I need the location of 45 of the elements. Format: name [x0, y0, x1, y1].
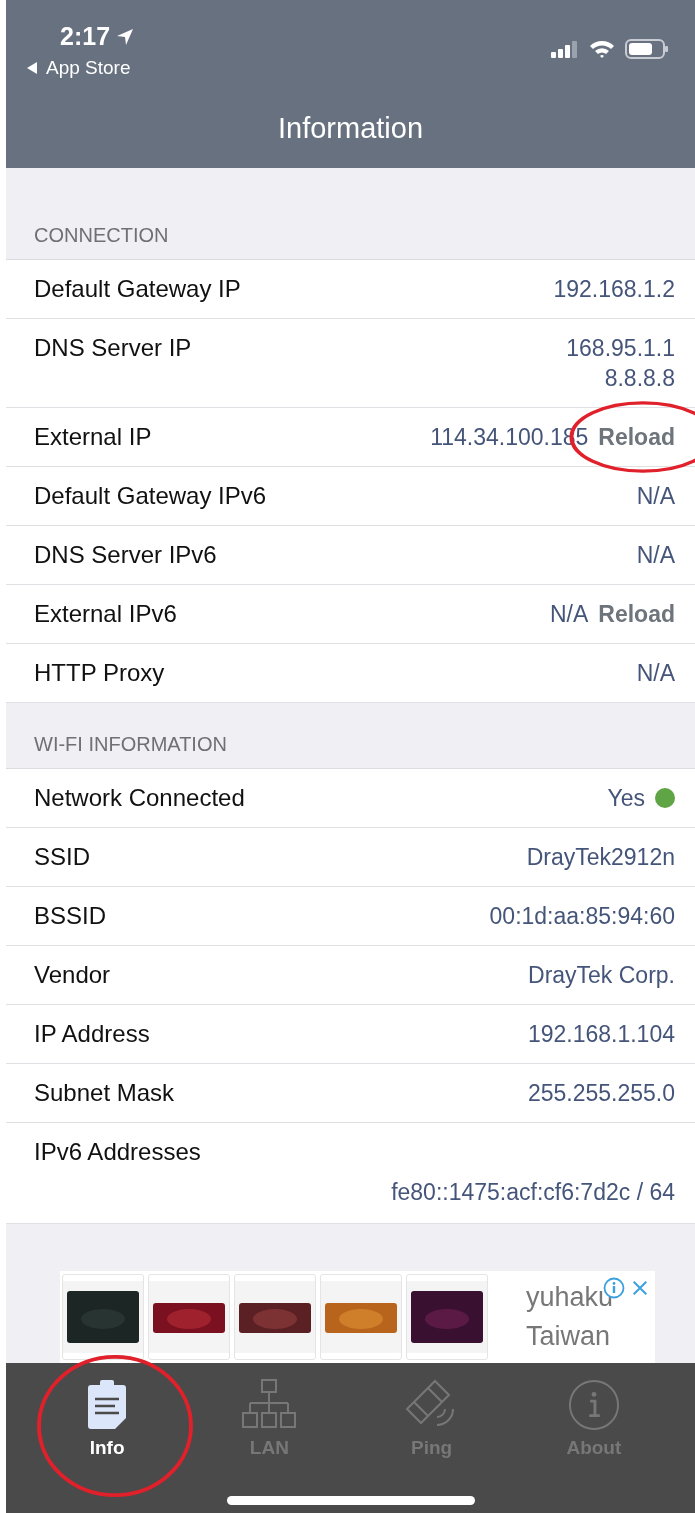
row-label: Vendor: [34, 960, 111, 990]
row-value: 192.168.1.2: [553, 275, 675, 304]
section-header: WI-FI INFORMATION: [34, 733, 227, 755]
row-label: DNS Server IP: [34, 333, 192, 363]
network-icon: [242, 1379, 297, 1431]
ad-brand: yuhaku: [526, 1282, 614, 1313]
signal-icon: [551, 40, 579, 58]
battery-icon: [625, 39, 669, 59]
screen-title: Information: [277, 112, 424, 145]
close-icon[interactable]: [631, 1279, 649, 1297]
location-icon: [116, 27, 135, 46]
row-value: N/A: [636, 541, 675, 570]
row-value: 8.8.8.8: [604, 364, 675, 393]
row-value: 168.95.1.1: [566, 334, 675, 363]
row-value: 00:1d:aa:85:94:60: [489, 902, 675, 931]
row-label: Default Gateway IP: [34, 274, 241, 304]
row-label: External IP: [34, 422, 152, 452]
back-link[interactable]: App Store: [46, 57, 131, 79]
row-value: N/A: [549, 600, 589, 629]
row-value: DrayTek Corp.: [528, 961, 675, 990]
row-label: BSSID: [34, 901, 107, 931]
row-label: HTTP Proxy: [34, 658, 165, 688]
wifi-icon: [589, 39, 615, 59]
row-value: N/A: [636, 659, 675, 688]
row-label: SSID: [34, 842, 90, 872]
row-value: 255.255.255.0: [527, 1079, 675, 1108]
row-value: N/A: [636, 482, 675, 511]
row-label: External IPv6: [34, 599, 177, 629]
ad-banner[interactable]: yuhaku Taiwan: [60, 1271, 655, 1363]
row-label: IPv6 Addresses: [34, 1137, 202, 1167]
row-label: Default Gateway IPv6: [34, 481, 267, 511]
ad-region: Taiwan: [526, 1321, 612, 1352]
row-label: DNS Server IPv6: [34, 540, 217, 570]
status-time: 2:17: [60, 22, 111, 51]
info-icon: [566, 1379, 621, 1431]
row-label: IP Address: [34, 1019, 150, 1049]
reload-button[interactable]: Reload: [598, 599, 675, 629]
section-header: CONNECTION: [34, 224, 169, 246]
row-value: 192.168.1.104: [527, 1020, 675, 1049]
back-icon[interactable]: [26, 62, 38, 74]
row-value: Yes: [607, 784, 645, 813]
row-value: fe80::1475:acf:cf6:7d2c / 64: [391, 1178, 675, 1207]
row-label: Subnet Mask: [34, 1078, 175, 1108]
row-label: Network Connected: [34, 783, 245, 813]
row-value: DrayTek2912n: [526, 843, 675, 872]
